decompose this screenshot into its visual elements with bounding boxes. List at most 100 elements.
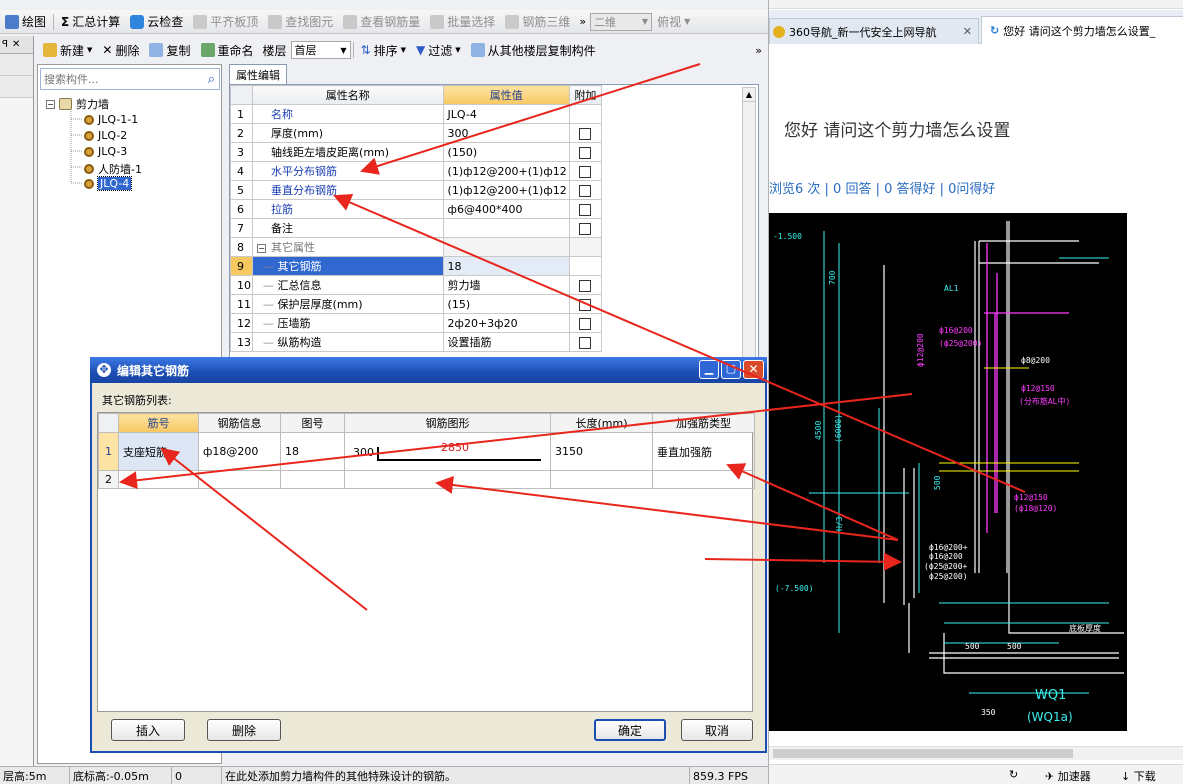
- property-value[interactable]: (15): [442, 294, 570, 314]
- property-value[interactable]: 18: [442, 256, 570, 276]
- property-row[interactable]: 11— 保护层厚度(mm) (15): [230, 294, 603, 314]
- property-row[interactable]: 12— 压墙筋 2ф20+3ф20: [230, 313, 603, 333]
- toolbar-summary-button[interactable]: Σ 汇总计算: [56, 12, 125, 32]
- property-name[interactable]: 水平分布钢筋: [252, 161, 444, 181]
- browser-tab-active[interactable]: ↻ 您好 请问这个剪力墙怎么设置_: [981, 16, 1183, 44]
- insert-button[interactable]: 插入: [111, 719, 185, 741]
- tree-item[interactable]: JLQ-3: [84, 145, 127, 158]
- pin-icon[interactable]: ꟼ: [2, 39, 8, 50]
- toolbar-overflow-icon[interactable]: »: [579, 15, 586, 28]
- extra-checkbox[interactable]: [579, 279, 592, 292]
- type-cell[interactable]: [652, 470, 755, 489]
- property-row[interactable]: 7 备注: [230, 218, 603, 238]
- download-button[interactable]: ↓ 下载: [1121, 768, 1156, 784]
- collapse-icon[interactable]: −: [257, 244, 267, 253]
- length-cell[interactable]: 3150: [550, 432, 653, 471]
- toolbar-batch-select-button[interactable]: 批量选择: [425, 12, 500, 32]
- cancel-button[interactable]: 取消: [681, 719, 753, 741]
- property-row[interactable]: 9— 其它钢筋 18: [230, 256, 603, 276]
- tree-item-selected[interactable]: JLQ-4: [84, 176, 133, 191]
- property-name[interactable]: — 其它钢筋: [252, 256, 444, 276]
- extra-checkbox[interactable]: [579, 146, 592, 159]
- toolbar-overflow-icon[interactable]: »: [755, 44, 762, 57]
- delete-button[interactable]: ✕ 删除: [97, 40, 144, 60]
- browser-tab[interactable]: 360导航_新一代安全上网导航 ✕: [769, 18, 979, 44]
- property-row[interactable]: 5 垂直分布钢筋 (1)ф12@200+(1)ф12: [230, 180, 603, 200]
- extra-checkbox[interactable]: [579, 336, 592, 349]
- property-row[interactable]: 6 拉筋 ф6@400*400: [230, 199, 603, 219]
- type-cell[interactable]: 垂直加强筋: [652, 432, 755, 471]
- property-name[interactable]: 垂直分布钢筋: [252, 180, 444, 200]
- sort-button[interactable]: ⇅ 排序 ▼: [356, 40, 411, 60]
- bar-no-cell[interactable]: 支座短筋: [118, 432, 199, 471]
- property-row[interactable]: 2 厚度(mm) 300: [230, 123, 603, 143]
- tab-property-edit[interactable]: 属性编辑: [229, 64, 287, 84]
- extra-checkbox[interactable]: [579, 203, 592, 216]
- question-stats[interactable]: 浏览6 次 | 0 回答 | 0 答得好 | 0问得好: [769, 178, 995, 197]
- property-name[interactable]: — 压墙筋: [252, 313, 444, 333]
- extra-checkbox[interactable]: [579, 222, 592, 235]
- close-icon[interactable]: ✕: [12, 39, 20, 50]
- length-cell[interactable]: [550, 470, 653, 489]
- floor-select[interactable]: 首层 ▼: [290, 41, 351, 59]
- fig-cell[interactable]: 18: [280, 432, 345, 471]
- minimize-button[interactable]: ▁: [699, 360, 719, 379]
- shape-cell[interactable]: 300 2850: [344, 432, 551, 471]
- scroll-thumb[interactable]: [773, 749, 1073, 758]
- info-cell[interactable]: ф18@200: [198, 432, 281, 471]
- extra-checkbox[interactable]: [579, 317, 592, 330]
- bar-no-cell[interactable]: [118, 470, 199, 489]
- property-value[interactable]: 剪力墙: [442, 275, 570, 295]
- delete-row-button[interactable]: 删除: [207, 719, 281, 741]
- property-value[interactable]: [442, 218, 570, 238]
- dialog-titlebar[interactable]: ✥ 编辑其它钢筋 ▁ ▢ ✕: [90, 357, 767, 383]
- property-value[interactable]: (150): [442, 142, 570, 162]
- tree-item[interactable]: JLQ-1-1: [84, 113, 138, 126]
- property-name[interactable]: — 纵筋构造: [252, 332, 444, 352]
- refresh-icon[interactable]: ↻: [1009, 768, 1018, 781]
- toolbar-align-button[interactable]: 平齐板顶: [188, 12, 263, 32]
- property-name[interactable]: 拉筋: [252, 199, 444, 219]
- property-row[interactable]: 13— 纵筋构造 设置插筋: [230, 332, 603, 352]
- view-direction-button[interactable]: 俯视 ▼: [652, 12, 695, 32]
- property-row[interactable]: 10— 汇总信息 剪力墙: [230, 275, 603, 295]
- property-value[interactable]: (1)ф12@200+(1)ф12: [442, 161, 570, 181]
- new-button[interactable]: 新建 ▼: [38, 40, 97, 60]
- property-row[interactable]: 8− 其它属性: [230, 237, 603, 257]
- tab-close-icon[interactable]: ✕: [963, 25, 972, 38]
- property-value[interactable]: 2ф20+3ф20: [442, 313, 570, 333]
- accelerator-button[interactable]: ✈ 加速器: [1045, 768, 1091, 784]
- copy-button[interactable]: 复制: [144, 40, 195, 60]
- dock-tab[interactable]: [0, 54, 33, 76]
- property-name[interactable]: − 其它属性: [252, 237, 444, 257]
- extra-checkbox[interactable]: [579, 184, 592, 197]
- property-name[interactable]: — 汇总信息: [252, 275, 444, 295]
- rebar-row[interactable]: 2: [98, 470, 755, 489]
- property-name[interactable]: 轴线距左墙皮距离(mm): [252, 142, 444, 162]
- property-value[interactable]: JLQ-4: [442, 104, 570, 124]
- tree-item[interactable]: 人防墙-1: [84, 161, 142, 177]
- rename-button[interactable]: 重命名: [196, 40, 259, 60]
- extra-checkbox[interactable]: [579, 165, 592, 178]
- fig-cell[interactable]: [280, 470, 345, 489]
- property-name[interactable]: — 保护层厚度(mm): [252, 294, 444, 314]
- dock-tab[interactable]: [0, 76, 33, 98]
- ok-button[interactable]: 确定: [594, 719, 666, 741]
- property-row[interactable]: 3 轴线距左墙皮距离(mm) (150): [230, 142, 603, 162]
- rebar-row[interactable]: 1 支座短筋 ф18@200 18 300 2850 3150 垂直加强筋: [98, 432, 755, 471]
- copy-from-floor-button[interactable]: 从其他楼层复制构件: [466, 40, 601, 60]
- maximize-button[interactable]: ▢: [721, 360, 741, 379]
- tree-item[interactable]: JLQ-2: [84, 129, 127, 142]
- scroll-up-icon[interactable]: ▲: [743, 88, 755, 102]
- property-row[interactable]: 1 名称 JLQ-4: [230, 104, 603, 124]
- info-cell[interactable]: [198, 470, 281, 489]
- property-name[interactable]: 厚度(mm): [252, 123, 444, 143]
- toolbar-cloud-check-button[interactable]: 云检查: [125, 12, 188, 32]
- toolbar-find-button[interactable]: 查找图元: [263, 12, 338, 32]
- property-row[interactable]: 4 水平分布钢筋 (1)ф12@200+(1)ф12: [230, 161, 603, 181]
- property-value[interactable]: 设置插筋: [442, 332, 570, 352]
- view-mode-select[interactable]: 二维 ▼: [590, 12, 653, 31]
- property-value[interactable]: ф6@400*400: [442, 199, 570, 219]
- property-value[interactable]: [442, 237, 570, 257]
- property-name[interactable]: 名称: [252, 104, 444, 124]
